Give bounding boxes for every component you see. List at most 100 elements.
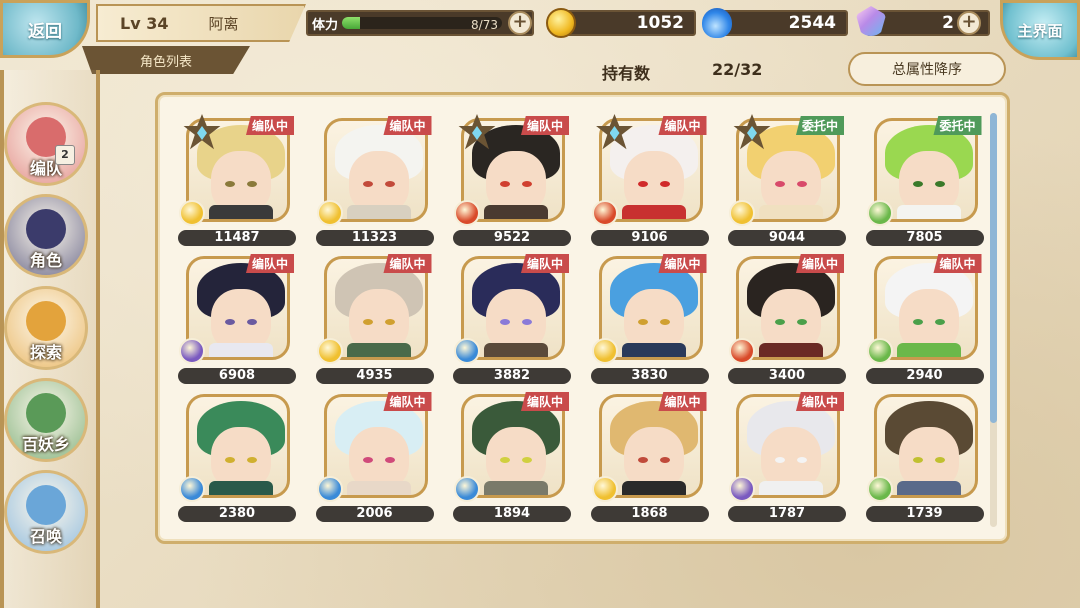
- character-card[interactable]: 1739: [865, 388, 984, 522]
- nav-village-label: 百妖乡: [21, 435, 70, 454]
- character-card[interactable]: 编队中 4935: [315, 250, 434, 384]
- character-face: [486, 427, 546, 489]
- gold-coin-icon: [546, 8, 576, 38]
- character-card[interactable]: 编队中 1868: [590, 388, 709, 522]
- element-icon: [866, 476, 893, 502]
- character-power: 11323: [315, 230, 434, 246]
- character-card[interactable]: 编队中 11323: [315, 112, 434, 246]
- character-eye: [797, 319, 807, 325]
- character-collar: [346, 205, 411, 219]
- element-icon: [316, 476, 343, 502]
- character-card[interactable]: 委托中 7805: [865, 112, 984, 246]
- character-eye: [637, 181, 648, 187]
- character-collar: [209, 481, 273, 495]
- add-stamina-button[interactable]: +: [508, 11, 532, 35]
- rank-gem-icon: [197, 126, 207, 140]
- nav-team-button[interactable]: 2 编队: [4, 102, 88, 186]
- gold-display: 1052: [556, 10, 696, 36]
- status-tag: 编队中: [383, 392, 432, 411]
- character-eye: [522, 319, 532, 325]
- character-face: [211, 151, 271, 213]
- character-power: 2380: [178, 506, 296, 522]
- sort-button[interactable]: 总属性降序: [848, 52, 1006, 86]
- character-eye: [225, 457, 235, 463]
- character-eye: [362, 319, 373, 325]
- character-eye: [225, 181, 235, 187]
- character-card[interactable]: 编队中 2940: [865, 250, 984, 384]
- element-icon: [866, 338, 893, 364]
- character-card[interactable]: 编队中 2006: [315, 388, 434, 522]
- character-power: 1868: [590, 506, 709, 522]
- nav-character-button[interactable]: 角色: [4, 194, 88, 278]
- status-tag: 编队中: [245, 254, 294, 273]
- character-power: 9044: [728, 230, 846, 246]
- character-face: [211, 427, 271, 489]
- character-list-scrollbar[interactable]: [990, 113, 997, 527]
- character-eye: [522, 457, 532, 463]
- character-face: [486, 289, 546, 351]
- character-face: [348, 427, 409, 489]
- character-collar: [621, 205, 686, 219]
- element-icon: [591, 476, 618, 502]
- nav-character-label: 角色: [29, 251, 62, 270]
- nav-explore-button[interactable]: 探索: [4, 286, 88, 370]
- player-level: Lv 34: [120, 13, 169, 33]
- character-collar: [209, 205, 273, 219]
- character-card[interactable]: 编队中 3882: [453, 250, 571, 384]
- element-icon: [866, 200, 893, 226]
- rank-gem-icon: [609, 126, 620, 140]
- character-power: 3400: [728, 368, 846, 384]
- element-icon: [591, 338, 618, 364]
- character-eye: [934, 181, 945, 187]
- back-label: 返回: [28, 21, 62, 42]
- character-power: 3830: [590, 368, 709, 384]
- character-card[interactable]: 编队中 11487: [178, 112, 296, 246]
- character-eye: [775, 181, 785, 187]
- character-collar: [896, 343, 961, 357]
- page-title-label: 角色列表: [139, 54, 192, 70]
- character-face: [898, 289, 959, 351]
- status-tag: 编队中: [795, 254, 844, 273]
- character-power: 7805: [865, 230, 984, 246]
- character-eye: [362, 181, 373, 187]
- page-title: 角色列表: [82, 46, 250, 74]
- element-icon: [454, 200, 480, 226]
- character-card[interactable]: 编队中 3830: [590, 250, 709, 384]
- character-face: [623, 427, 684, 489]
- character-card[interactable]: 2380: [178, 388, 296, 522]
- status-tag: 委托中: [933, 116, 982, 135]
- character-collar: [484, 343, 548, 357]
- character-eye: [797, 181, 807, 187]
- status-tag: 编队中: [795, 392, 844, 411]
- character-collar: [621, 481, 686, 495]
- character-face: [623, 289, 684, 351]
- character-power: 9522: [453, 230, 571, 246]
- character-collar: [621, 343, 686, 357]
- character-card[interactable]: 编队中 1787: [728, 388, 846, 522]
- crystal-amount: 2: [942, 13, 954, 33]
- character-card[interactable]: 编队中 6908: [178, 250, 296, 384]
- nav-summon-button[interactable]: 召唤: [4, 470, 88, 554]
- character-card[interactable]: 编队中 3400: [728, 250, 846, 384]
- character-eye: [247, 181, 257, 187]
- character-eye: [522, 181, 532, 187]
- character-eye: [912, 319, 923, 325]
- nav-village-button[interactable]: 百妖乡: [4, 378, 88, 462]
- character-eye: [384, 181, 395, 187]
- character-eye: [362, 457, 373, 463]
- element-icon: [316, 338, 343, 364]
- summon-swirl-icon: [26, 485, 66, 525]
- character-card[interactable]: 编队中 9522: [453, 112, 571, 246]
- character-power: 11487: [178, 230, 296, 246]
- character-card[interactable]: 编队中 9106: [590, 112, 709, 246]
- character-card[interactable]: 编队中 1894: [453, 388, 571, 522]
- add-crystal-button[interactable]: +: [957, 11, 981, 35]
- character-collar: [896, 481, 961, 495]
- character-face: [211, 289, 271, 351]
- character-power: 6908: [178, 368, 296, 384]
- status-tag: 委托中: [795, 116, 844, 135]
- character-collar: [209, 343, 273, 357]
- character-eye: [637, 319, 648, 325]
- scrollbar-thumb[interactable]: [990, 113, 997, 423]
- character-card[interactable]: 委托中 9044: [728, 112, 846, 246]
